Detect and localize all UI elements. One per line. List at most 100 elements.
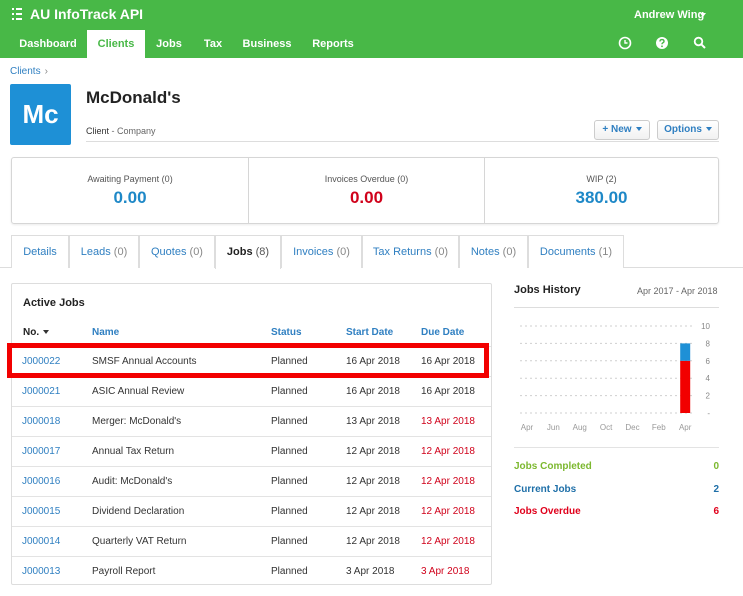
divider [86, 141, 719, 142]
help-icon[interactable] [655, 36, 669, 50]
cell-no[interactable]: J000014 [22, 536, 60, 547]
table-row[interactable]: J000013 Payroll Report Planned 3 Apr 2018 3 … [12, 556, 491, 586]
column-header-label: No. [23, 327, 40, 338]
column-header-due-date[interactable]: Due Date [421, 327, 464, 338]
chevron-down-icon [635, 127, 642, 132]
summary-count: 0 [713, 461, 719, 472]
tab-label: Tax Returns [372, 246, 432, 258]
user-menu[interactable]: Andrew Wing [634, 9, 704, 21]
cell-start: 3 Apr 2018 [346, 566, 395, 577]
search-icon[interactable] [693, 36, 707, 50]
tab-count: (0) [502, 246, 517, 258]
x-tick-label: Oct [600, 423, 613, 432]
x-tick-label: Aug [573, 423, 587, 432]
y-tick-label: 2 [706, 392, 711, 401]
y-tick-label: 4 [706, 374, 711, 383]
tab-count: (0) [113, 246, 128, 258]
cell-start: 12 Apr 2018 [346, 476, 400, 487]
tab-label: Details [23, 246, 57, 258]
tab-label: Leads [80, 246, 111, 258]
cell-due: 12 Apr 2018 [421, 536, 475, 547]
summary-count: 6 [713, 506, 719, 517]
stat-wip[interactable]: WIP (2) 380.00 [484, 158, 718, 223]
new-button[interactable]: + New [594, 120, 650, 140]
column-header-name[interactable]: Name [92, 327, 119, 338]
breadcrumb-clients[interactable]: Clients [10, 66, 41, 77]
tab-label: Jobs [226, 246, 253, 258]
divider [514, 447, 719, 448]
cell-status: Planned [271, 476, 308, 487]
summary-jobs-completed[interactable]: Jobs Completed 0 [514, 461, 719, 475]
stat-awaiting-payment[interactable]: Awaiting Payment (0) 0.00 [12, 158, 248, 223]
cell-name: Audit: McDonald's [92, 476, 173, 487]
chevron-down-icon[interactable] [700, 13, 706, 17]
cell-no[interactable]: J000015 [22, 506, 60, 517]
tab-tax-returns[interactable]: Tax Returns (0) [362, 235, 459, 268]
cell-no[interactable]: J000018 [22, 416, 60, 427]
nav-jobs[interactable]: Jobs [147, 30, 191, 58]
nav-tax[interactable]: Tax [194, 30, 232, 58]
nav-business[interactable]: Business [236, 30, 298, 58]
tab-leads[interactable]: Leads (0) [69, 235, 139, 268]
nav-dashboard[interactable]: Dashboard [10, 30, 86, 58]
cell-status: Planned [271, 446, 308, 457]
cell-due: 16 Apr 2018 [421, 386, 475, 397]
tab-jobs[interactable]: Jobs (8) [215, 235, 281, 269]
column-header-no[interactable]: No. [23, 327, 50, 338]
cell-due: 13 Apr 2018 [421, 416, 475, 427]
table-row[interactable]: J000021 ASIC Annual Review Planned 16 Apr 2… [12, 376, 491, 406]
table-row[interactable]: J000014 Quarterly VAT Return Planned 12 Apr… [12, 526, 491, 556]
cell-no[interactable]: J000017 [22, 446, 60, 457]
app-menu-icon[interactable] [12, 8, 22, 20]
column-header-status[interactable]: Status [271, 327, 302, 338]
bar-jobs-overdue [680, 360, 691, 413]
x-tick-label: Dec [625, 423, 639, 432]
stat-value: 0.00 [349, 188, 384, 207]
cell-status: Planned [271, 416, 308, 427]
cell-no[interactable]: J000013 [22, 566, 60, 577]
tab-details[interactable]: Details [11, 235, 69, 268]
tab-count: (8) [255, 246, 270, 258]
divider [514, 307, 719, 308]
summary-jobs-overdue[interactable]: Jobs Overdue 6 [514, 506, 719, 520]
cell-start: 12 Apr 2018 [346, 536, 400, 547]
jobs-history-chart: 10 8 6 4 2 - Apr Jun Aug Oct Dec Feb Apr [520, 322, 711, 432]
cell-start: 13 Apr 2018 [346, 416, 400, 427]
column-header-start-date[interactable]: Start Date [346, 327, 393, 338]
table-row[interactable]: J000015 Dividend Declaration Planned 12 Apr… [12, 496, 491, 526]
table-row[interactable]: J000017 Annual Tax Return Planned 12 Apr 20… [12, 436, 491, 466]
cell-start: 12 Apr 2018 [346, 506, 400, 517]
tab-label: Notes [470, 246, 500, 258]
new-button-label: + New [602, 124, 632, 135]
cell-no[interactable]: J000021 [22, 386, 60, 397]
cell-due: 12 Apr 2018 [421, 476, 475, 487]
tab-quotes[interactable]: Quotes (0) [139, 235, 215, 268]
y-tick-label: 8 [706, 339, 711, 348]
app-bar: AU InfoTrack API Andrew Wing [0, 0, 743, 30]
nav-clients[interactable]: Clients [87, 30, 145, 58]
highlight-box [7, 343, 489, 378]
tab-label: Documents [539, 246, 596, 258]
tab-notes[interactable]: Notes (0) [459, 235, 528, 268]
options-button[interactable]: Options [657, 120, 719, 140]
tab-invoices[interactable]: Invoices (0) [281, 235, 362, 268]
x-tick-label: Jun [547, 423, 560, 432]
clock-icon[interactable] [618, 36, 632, 50]
cell-start: 16 Apr 2018 [346, 386, 400, 397]
x-tick-label: Apr [521, 423, 534, 432]
page-title: McDonald's [86, 88, 181, 107]
table-row[interactable]: J000018 Merger: McDonald's Planned 13 Apr 2… [12, 406, 491, 436]
table-row[interactable]: J000016 Audit: McDonald's Planned 12 Apr 20… [12, 466, 491, 496]
cell-no[interactable]: J000016 [22, 476, 60, 487]
stat-label: WIP (2) [586, 174, 617, 184]
financial-summary: Awaiting Payment (0) 0.00 Invoices Overd… [11, 157, 719, 224]
cell-status: Planned [271, 566, 308, 577]
cell-status: Planned [271, 536, 308, 547]
cell-start: 12 Apr 2018 [346, 446, 400, 457]
stat-invoices-overdue[interactable]: Invoices Overdue (0) 0.00 [248, 158, 484, 223]
app-title[interactable]: AU InfoTrack API [30, 6, 143, 22]
summary-current-jobs[interactable]: Current Jobs 2 [514, 484, 719, 498]
nav-reports[interactable]: Reports [304, 30, 362, 58]
cell-name: Annual Tax Return [92, 446, 175, 457]
tab-documents[interactable]: Documents (1) [528, 235, 624, 268]
